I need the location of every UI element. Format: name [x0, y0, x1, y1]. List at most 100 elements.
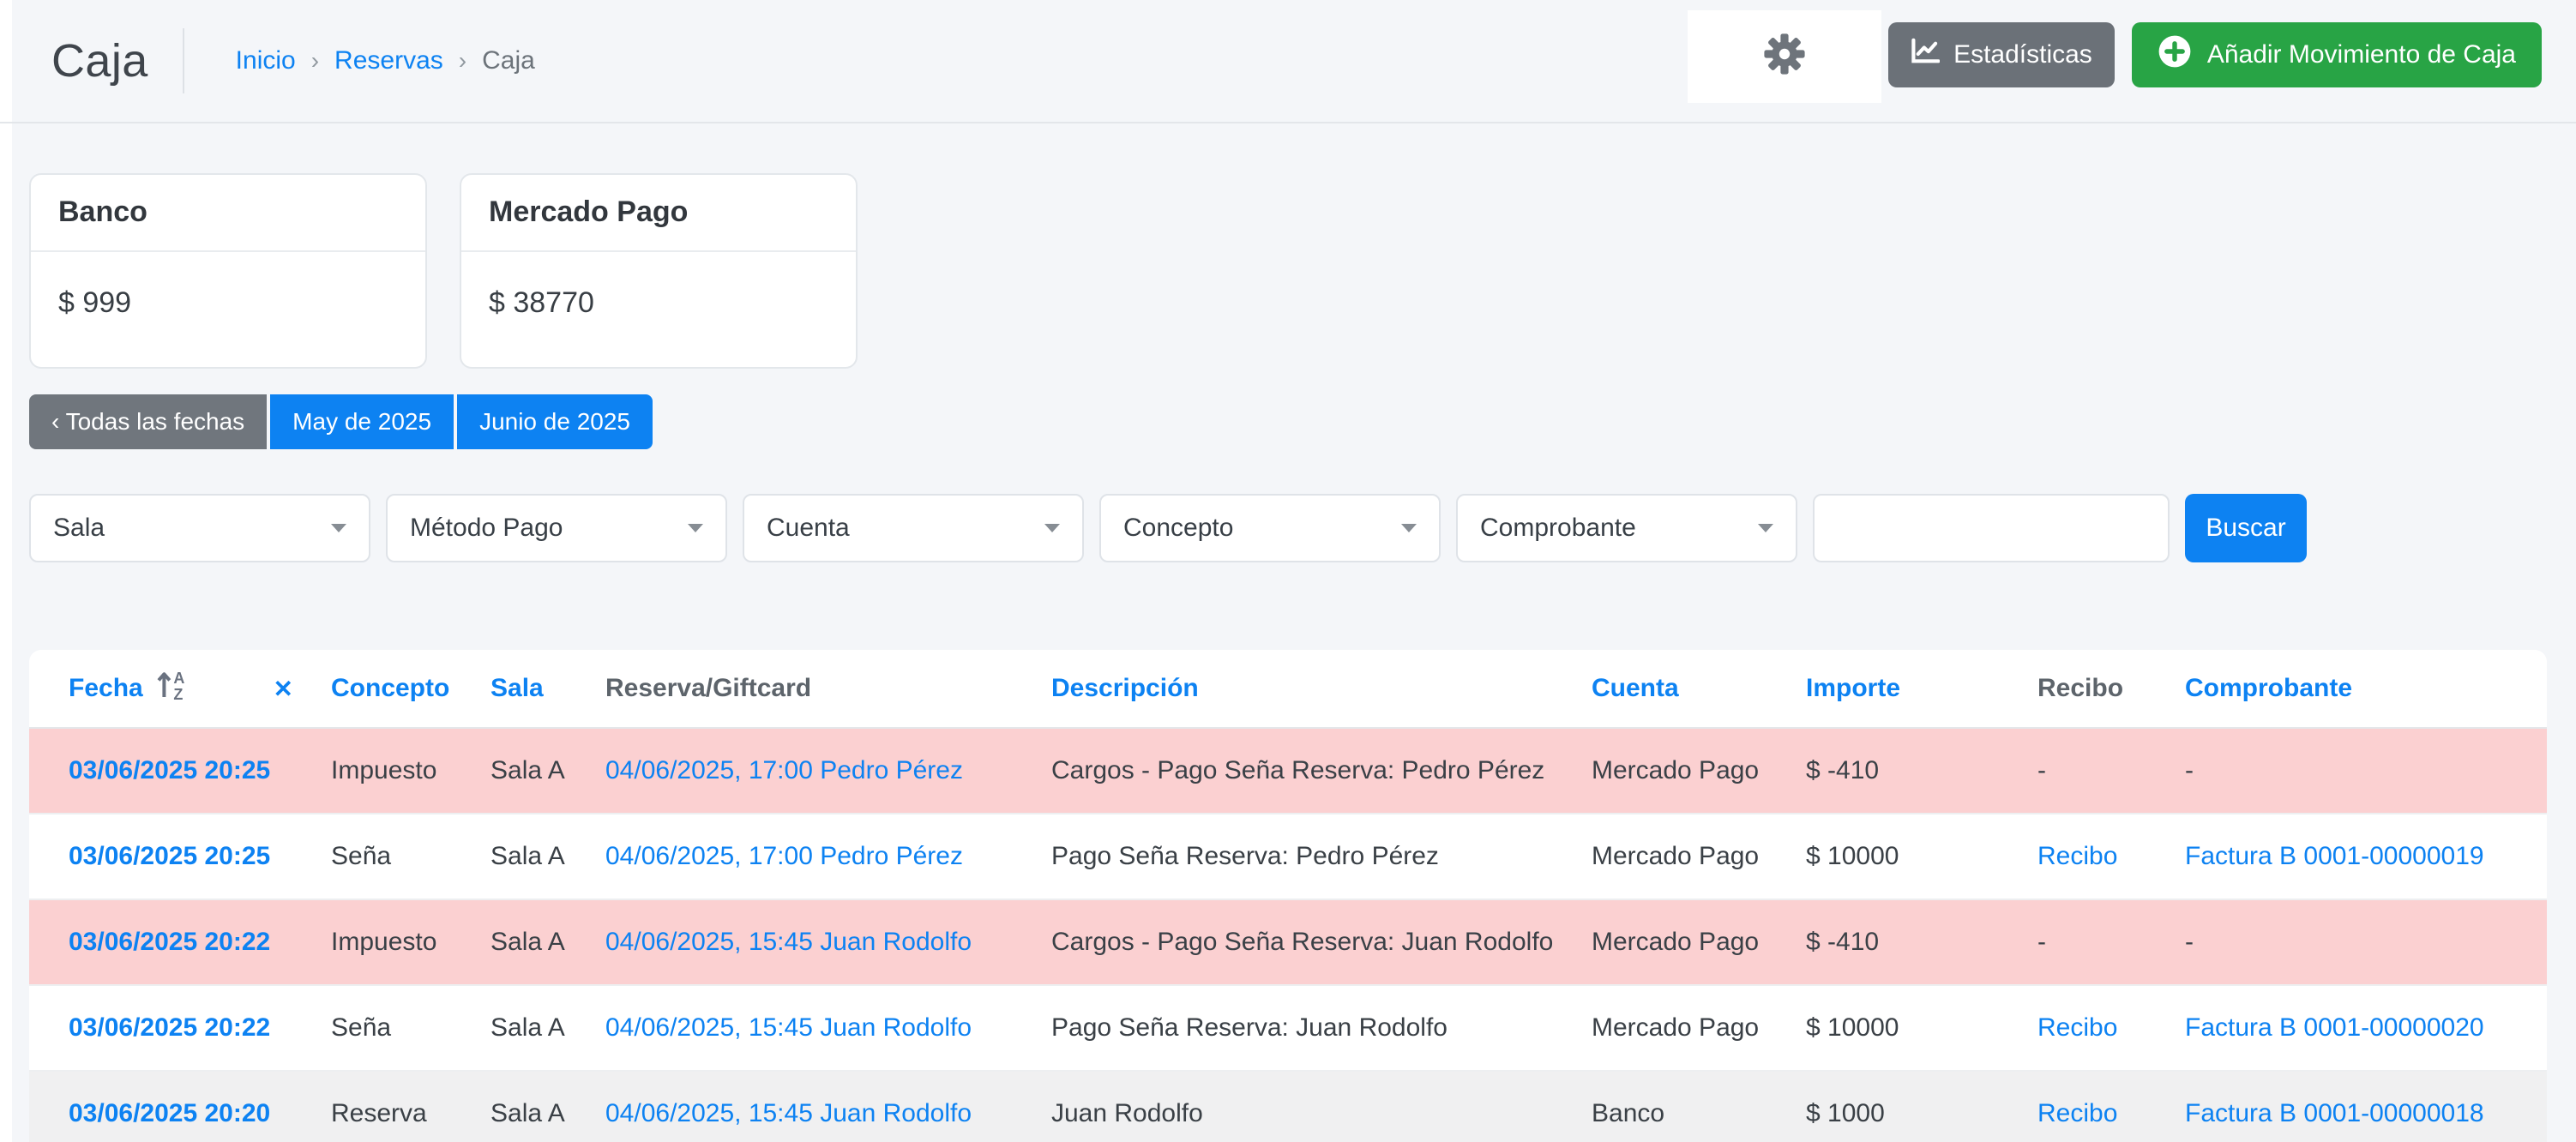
- cuenta-dropdown-label: Cuenta: [767, 514, 850, 543]
- breadcrumb-current: Caja: [482, 46, 535, 75]
- recibo-link[interactable]: Recibo: [2037, 842, 2117, 870]
- cell-importe: $ 10000: [1792, 985, 2024, 1071]
- reserva-link[interactable]: 04/06/2025, 17:00 Pedro Pérez: [605, 756, 963, 784]
- cell-cuenta: Mercado Pago: [1578, 728, 1792, 814]
- chevron-down-icon: [1401, 524, 1417, 532]
- column-header-sala[interactable]: Sala: [477, 650, 592, 728]
- cell-concepto: Impuesto: [317, 899, 477, 985]
- concepto-dropdown[interactable]: Concepto: [1099, 494, 1441, 562]
- cell-descripcion: Pago Seña Reserva: Pedro Pérez: [1038, 814, 1578, 899]
- estadisticas-label: Estadísticas: [1953, 40, 2092, 69]
- recibo-link[interactable]: Recibo: [2037, 1099, 2117, 1127]
- metodo-pago-dropdown[interactable]: Método Pago: [386, 494, 727, 562]
- cell-recibo: -: [2024, 728, 2171, 814]
- cell-sala: Sala A: [477, 814, 592, 899]
- sala-dropdown[interactable]: Sala: [29, 494, 370, 562]
- fecha-link[interactable]: 03/06/2025 20:20: [69, 1099, 270, 1127]
- date-filter-all[interactable]: ‹ Todas las fechas: [29, 394, 267, 449]
- settings-button[interactable]: [1688, 10, 1881, 103]
- breadcrumb-separator: ›: [459, 47, 466, 75]
- cell-reserva: 04/06/2025, 15:45 Juan Rodolfo: [592, 985, 1038, 1071]
- cell-fecha: 03/06/2025 20:25: [29, 728, 317, 814]
- date-filter-junio-2025[interactable]: Junio de 2025: [457, 394, 653, 449]
- cell-cuenta: Banco: [1578, 1071, 1792, 1142]
- fecha-link[interactable]: 03/06/2025 20:25: [69, 756, 270, 784]
- plus-circle-icon: [2158, 34, 2192, 75]
- account-name: Banco: [31, 175, 425, 252]
- comprobante-dropdown[interactable]: Comprobante: [1456, 494, 1797, 562]
- cell-reserva: 04/06/2025, 17:00 Pedro Pérez: [592, 728, 1038, 814]
- comprobante-link[interactable]: Factura B 0001-00000018: [2185, 1099, 2484, 1127]
- column-header-recibo: Recibo: [2024, 650, 2171, 728]
- clear-sort-icon[interactable]: ✕: [274, 675, 293, 703]
- chevron-down-icon: [688, 524, 703, 532]
- comprobante-link[interactable]: Factura B 0001-00000020: [2185, 1013, 2484, 1042]
- cell-fecha: 03/06/2025 20:22: [29, 985, 317, 1071]
- table-row: 03/06/2025 20:25 Seña Sala A 04/06/2025,…: [29, 814, 2547, 899]
- cell-descripcion: Cargos - Pago Seña Reserva: Juan Rodolfo: [1038, 899, 1578, 985]
- cuenta-dropdown[interactable]: Cuenta: [743, 494, 1084, 562]
- cell-comprobante: -: [2171, 899, 2547, 985]
- cell-cuenta: Mercado Pago: [1578, 814, 1792, 899]
- cell-concepto: Seña: [317, 814, 477, 899]
- cell-sala: Sala A: [477, 1071, 592, 1142]
- movements-table-card: Fecha A Z ✕ Co: [29, 650, 2547, 1142]
- sala-dropdown-label: Sala: [53, 514, 105, 543]
- cell-concepto: Impuesto: [317, 728, 477, 814]
- cell-fecha: 03/06/2025 20:20: [29, 1071, 317, 1142]
- fecha-link[interactable]: 03/06/2025 20:22: [69, 928, 270, 956]
- filter-row: Sala Método Pago Cuenta Concepto Comprob…: [29, 494, 2576, 562]
- estadisticas-button[interactable]: Estadísticas: [1888, 22, 2115, 87]
- cell-comprobante: Factura B 0001-00000018: [2171, 1071, 2547, 1142]
- chevron-down-icon: [1044, 524, 1060, 532]
- chevron-down-icon: [331, 524, 346, 532]
- reserva-link[interactable]: 04/06/2025, 15:45 Juan Rodolfo: [605, 1099, 972, 1127]
- table-row: 03/06/2025 20:20 Reserva Sala A 04/06/20…: [29, 1071, 2547, 1142]
- reserva-link[interactable]: 04/06/2025, 15:45 Juan Rodolfo: [605, 1013, 972, 1042]
- cell-descripcion: Pago Seña Reserva: Juan Rodolfo: [1038, 985, 1578, 1071]
- sort-alpha-up-icon: A Z: [155, 670, 191, 707]
- page-title: Caja: [51, 34, 148, 87]
- column-header-fecha[interactable]: Fecha A Z ✕: [29, 650, 317, 728]
- cell-reserva: 04/06/2025, 17:00 Pedro Pérez: [592, 814, 1038, 899]
- buscar-button[interactable]: Buscar: [2185, 494, 2307, 562]
- fecha-link[interactable]: 03/06/2025 20:22: [69, 1013, 270, 1042]
- account-card-mercado-pago: Mercado Pago $ 38770: [460, 173, 858, 369]
- cell-reserva: 04/06/2025, 15:45 Juan Rodolfo: [592, 1071, 1038, 1142]
- reserva-link[interactable]: 04/06/2025, 15:45 Juan Rodolfo: [605, 928, 972, 956]
- line-chart-icon: [1911, 38, 1940, 72]
- movements-table: Fecha A Z ✕ Co: [29, 650, 2547, 1142]
- column-header-cuenta[interactable]: Cuenta: [1578, 650, 1792, 728]
- topbar: Caja Inicio › Reservas › Caja: [0, 0, 2576, 123]
- column-header-importe[interactable]: Importe: [1792, 650, 2024, 728]
- cell-sala: Sala A: [477, 728, 592, 814]
- comprobante-link[interactable]: Factura B 0001-00000019: [2185, 842, 2484, 870]
- cell-recibo: Recibo: [2024, 814, 2171, 899]
- reserva-link[interactable]: 04/06/2025, 17:00 Pedro Pérez: [605, 842, 963, 870]
- cell-importe: $ 1000: [1792, 1071, 2024, 1142]
- add-movement-button[interactable]: Añadir Movimiento de Caja: [2132, 22, 2542, 87]
- table-row: 03/06/2025 20:22 Seña Sala A 04/06/2025,…: [29, 985, 2547, 1071]
- column-header-comprobante[interactable]: Comprobante: [2171, 650, 2547, 728]
- search-input[interactable]: [1813, 494, 2170, 562]
- caja-page: Caja Inicio › Reservas › Caja: [0, 0, 2576, 1142]
- breadcrumb-separator: ›: [311, 47, 319, 75]
- cell-sala: Sala A: [477, 899, 592, 985]
- table-header-row: Fecha A Z ✕ Co: [29, 650, 2547, 728]
- fecha-link[interactable]: 03/06/2025 20:25: [69, 842, 270, 870]
- metodo-pago-dropdown-label: Método Pago: [410, 514, 563, 543]
- column-header-concepto[interactable]: Concepto: [317, 650, 477, 728]
- comprobante-dropdown-label: Comprobante: [1480, 514, 1636, 543]
- account-card-banco: Banco $ 999: [29, 173, 427, 369]
- column-header-descripcion[interactable]: Descripción: [1038, 650, 1578, 728]
- column-header-reserva-giftcard: Reserva/Giftcard: [592, 650, 1038, 728]
- recibo-link[interactable]: Recibo: [2037, 1013, 2117, 1042]
- breadcrumb-link-inicio[interactable]: Inicio: [236, 46, 296, 75]
- breadcrumb: Inicio › Reservas › Caja: [236, 46, 535, 75]
- cell-comprobante: Factura B 0001-00000019: [2171, 814, 2547, 899]
- date-filter-may-2025[interactable]: May de 2025: [270, 394, 454, 449]
- cell-importe: $ 10000: [1792, 814, 2024, 899]
- cell-recibo: Recibo: [2024, 985, 2171, 1071]
- breadcrumb-link-reservas[interactable]: Reservas: [334, 46, 443, 75]
- cell-concepto: Seña: [317, 985, 477, 1071]
